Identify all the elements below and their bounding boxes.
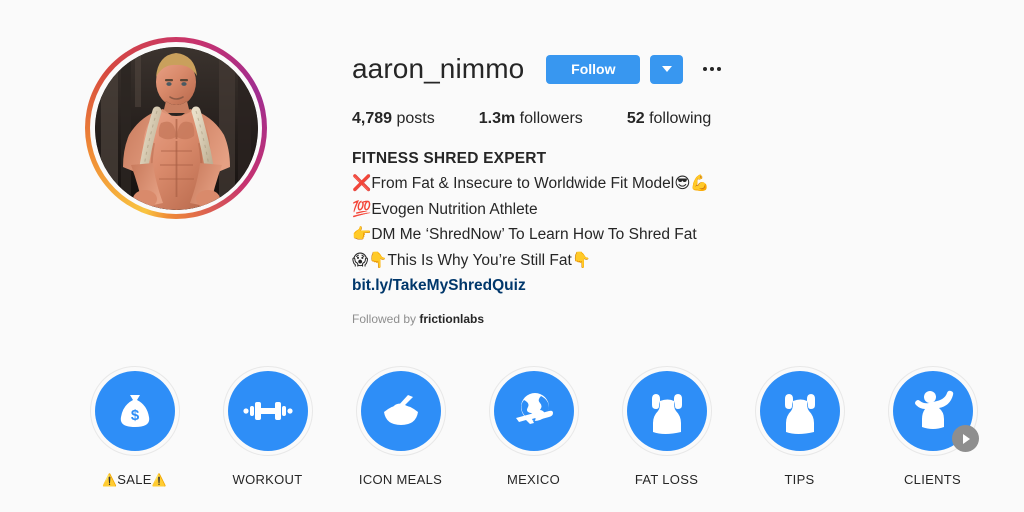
bio-headline: FITNESS SHRED EXPERT <box>352 150 547 167</box>
highlights-next-button[interactable] <box>952 425 979 452</box>
bio-line-suffix-emoji: 😎💪 <box>674 174 710 193</box>
stat-followers[interactable]: 1.3m followers <box>479 110 583 128</box>
follow-dropdown-button[interactable] <box>650 54 684 84</box>
bio-line-prefix-emoji: ❌ <box>352 174 372 193</box>
stats-row: 4,789 posts 1.3m followers 52 following <box>352 110 1024 128</box>
story-ring[interactable] <box>85 37 267 219</box>
followed-by: Followed by frictionlabs <box>352 312 1024 326</box>
avatar-column <box>0 0 352 219</box>
more-options-icon[interactable] <box>697 55 727 84</box>
bio-line-text: DM Me ‘ShredNow’ To Learn How To Shred F… <box>371 226 697 244</box>
warning-icon: ⚠️ <box>102 473 118 487</box>
muscle-torso-icon <box>626 371 707 451</box>
follow-button[interactable]: Follow <box>546 54 641 84</box>
stat-posts-count: 4,789 <box>352 110 393 127</box>
bio-line-suffix-emoji: 👇 <box>571 250 592 269</box>
muscle-torso-icon <box>759 371 840 451</box>
svg-text:$: $ <box>130 407 139 424</box>
bio-line-text: Evogen Nutrition Athlete <box>371 200 538 218</box>
highlight-label: CLIENTS <box>904 472 961 487</box>
highlight-clients[interactable]: CLIENTS <box>866 366 999 487</box>
highlight-label-text: TIPS <box>784 472 815 487</box>
bio-line: 😱👇This Is Why You’re Still Fat👇 <box>352 248 1024 273</box>
profile-header: aaron_nimmo Follow 4,789 posts 1.3m foll… <box>0 0 1024 350</box>
dumbbell-icon <box>227 371 308 451</box>
stat-posts[interactable]: 4,789 posts <box>352 110 435 128</box>
bio-line-text: This Is Why You’re Still Fat <box>387 251 572 269</box>
instagram-profile-page: aaron_nimmo Follow 4,789 posts 1.3m foll… <box>0 0 1024 512</box>
highlight-label-text: WORKOUT <box>232 472 303 487</box>
story-highlights-row: $ ⚠️SALE⚠️ WORKOUT ICON MEALS MEXICO FAT… <box>0 366 1024 512</box>
chevron-down-icon <box>661 66 672 72</box>
bio-line: ❌From Fat & Insecure to Worldwide Fit Mo… <box>352 171 1024 196</box>
stat-following[interactable]: 52 following <box>627 110 712 128</box>
highlight-label: MEXICO <box>507 472 560 487</box>
highlight-ring[interactable]: $ <box>89 366 180 456</box>
bio-line-prefix-emoji: 😱👇 <box>352 250 388 269</box>
highlight-label: ⚠️SALE⚠️ <box>102 472 167 487</box>
globe-airplane-icon <box>493 371 574 451</box>
highlight-workout[interactable]: WORKOUT <box>201 366 334 487</box>
username-row: aaron_nimmo Follow <box>352 52 1024 86</box>
stat-following-count: 52 <box>626 110 645 127</box>
highlight-ring[interactable] <box>488 366 579 456</box>
stat-following-label: following <box>649 110 712 127</box>
highlight-fat-loss[interactable]: FAT LOSS <box>600 366 733 487</box>
bio-line-text: From Fat & Insecure to Worldwide Fit Mod… <box>371 175 675 193</box>
highlight-tips[interactable]: TIPS <box>733 366 866 487</box>
chevron-right-icon <box>963 433 970 444</box>
bio-line: 💯Evogen Nutrition Athlete <box>352 197 1024 222</box>
stat-posts-label: posts <box>396 110 435 127</box>
highlight-ring[interactable] <box>754 366 845 456</box>
highlight-mexico[interactable]: MEXICO <box>467 366 600 487</box>
highlight-ring[interactable] <box>621 366 712 456</box>
highlight-ring[interactable] <box>355 366 446 456</box>
warning-icon: ⚠️ <box>151 473 167 487</box>
bio-line-prefix-emoji: 💯 <box>352 199 372 218</box>
followed-by-name[interactable]: frictionlabs <box>419 312 484 326</box>
highlight-label: ICON MEALS <box>359 472 442 487</box>
highlight-label: WORKOUT <box>233 472 303 487</box>
highlight-label: FAT LOSS <box>635 472 698 487</box>
profile-info-column: aaron_nimmo Follow 4,789 posts 1.3m foll… <box>352 0 1024 326</box>
money-bag-icon: $ <box>94 371 175 451</box>
rice-bowl-icon <box>360 371 441 451</box>
username: aaron_nimmo <box>352 53 525 84</box>
bio-line-prefix-emoji: 👉 <box>352 225 372 244</box>
stat-followers-label: followers <box>519 110 583 127</box>
stat-followers-count: 1.3m <box>478 110 516 127</box>
highlight-icon-meals[interactable]: ICON MEALS <box>334 366 467 487</box>
bio: FITNESS SHRED EXPERT ❌From Fat & Insecur… <box>352 147 1024 298</box>
highlight-sale[interactable]: $ ⚠️SALE⚠️ <box>68 366 201 487</box>
highlight-label-text: ICON MEALS <box>358 472 443 487</box>
bio-link[interactable]: bit.ly/TakeMyShredQuiz <box>352 274 1024 298</box>
bio-line: 👉DM Me ‘ShredNow’ To Learn How To Shred … <box>352 222 1024 247</box>
highlight-label: TIPS <box>784 472 814 487</box>
highlight-label-text: MEXICO <box>506 472 561 487</box>
avatar-ring-gap <box>90 42 262 214</box>
avatar[interactable] <box>94 46 258 210</box>
followed-by-prefix: Followed by <box>352 312 420 327</box>
highlight-label-text: CLIENTS <box>903 472 961 487</box>
highlight-label-text: SALE <box>117 472 152 487</box>
highlight-ring[interactable] <box>222 366 313 456</box>
highlight-label-text: FAT LOSS <box>634 472 699 487</box>
